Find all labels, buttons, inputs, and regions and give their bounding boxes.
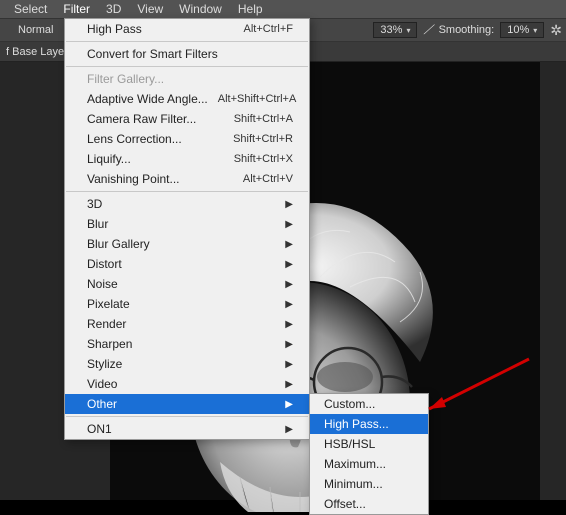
filter-gallery: Filter Gallery...: [65, 69, 309, 89]
chevron-right-icon: ▶: [285, 379, 293, 390]
menu-filter[interactable]: Filter: [55, 2, 98, 16]
separator: [66, 416, 308, 417]
filter-sub-render[interactable]: Render▶: [65, 314, 309, 334]
smoothing-label: Smoothing:: [439, 24, 495, 36]
chevron-right-icon: ▶: [285, 219, 293, 230]
submenu-offset[interactable]: Offset...: [310, 494, 428, 514]
menu-window[interactable]: Window: [171, 2, 230, 16]
document-tab[interactable]: f Base Laye: [6, 46, 64, 58]
smoothing-value[interactable]: 10% ▾: [500, 22, 544, 38]
filter-camera-raw[interactable]: Camera Raw Filter... Shift+Ctrl+A: [65, 109, 309, 129]
filter-dropdown: High Pass Alt+Ctrl+F Convert for Smart F…: [64, 18, 310, 440]
zoom-value[interactable]: 33% ▾: [373, 22, 417, 38]
filter-sub-sharpen[interactable]: Sharpen▶: [65, 334, 309, 354]
blend-mode-select[interactable]: Normal: [10, 22, 61, 38]
menubar: Select Filter 3D View Window Help: [0, 0, 566, 18]
filter-sub-stylize[interactable]: Stylize▶: [65, 354, 309, 374]
filter-other-submenu: Custom... High Pass... HSB/HSL Maximum..…: [309, 393, 429, 515]
zoom-text: 33%: [380, 24, 402, 36]
chevron-right-icon: ▶: [285, 259, 293, 270]
filter-vanishing-point[interactable]: Vanishing Point... Alt+Ctrl+V: [65, 169, 309, 189]
chevron-right-icon: ▶: [285, 279, 293, 290]
separator: [66, 66, 308, 67]
filter-sub-pixelate[interactable]: Pixelate▶: [65, 294, 309, 314]
filter-sub-3d[interactable]: 3D▶: [65, 194, 309, 214]
gear-icon[interactable]: ✲: [550, 22, 562, 39]
filter-adaptive-wide-angle[interactable]: Adaptive Wide Angle... Alt+Shift+Ctrl+A: [65, 89, 309, 109]
chevron-right-icon: ▶: [285, 399, 293, 410]
submenu-high-pass[interactable]: High Pass...: [310, 414, 428, 434]
submenu-custom[interactable]: Custom...: [310, 394, 428, 414]
chevron-down-icon: ▾: [533, 26, 537, 35]
filter-recent-label: High Pass: [87, 22, 142, 36]
filter-sub-blur-gallery[interactable]: Blur Gallery▶: [65, 234, 309, 254]
menu-select[interactable]: Select: [6, 2, 55, 16]
filter-sub-other[interactable]: Other▶: [65, 394, 309, 414]
submenu-minimum[interactable]: Minimum...: [310, 474, 428, 494]
filter-sub-video[interactable]: Video▶: [65, 374, 309, 394]
menu-help[interactable]: Help: [230, 2, 271, 16]
filter-lens-correction[interactable]: Lens Correction... Shift+Ctrl+R: [65, 129, 309, 149]
chevron-down-icon: ▾: [406, 26, 410, 35]
chevron-right-icon: ▶: [285, 359, 293, 370]
filter-recent-shortcut: Alt+Ctrl+F: [233, 23, 293, 35]
filter-sub-blur[interactable]: Blur▶: [65, 214, 309, 234]
submenu-hsb-hsl[interactable]: HSB/HSL: [310, 434, 428, 454]
smoothing-text: 10%: [507, 24, 529, 36]
filter-recent[interactable]: High Pass Alt+Ctrl+F: [65, 19, 309, 39]
separator: [66, 191, 308, 192]
filter-sub-distort[interactable]: Distort▶: [65, 254, 309, 274]
chevron-right-icon: ▶: [285, 239, 293, 250]
chevron-right-icon: ▶: [285, 319, 293, 330]
submenu-maximum[interactable]: Maximum...: [310, 454, 428, 474]
menu-3d[interactable]: 3D: [98, 2, 129, 16]
chevron-right-icon: ▶: [285, 424, 293, 435]
filter-liquify[interactable]: Liquify... Shift+Ctrl+X: [65, 149, 309, 169]
menu-view[interactable]: View: [129, 2, 171, 16]
pressure-icon[interactable]: ⟋: [423, 22, 432, 38]
chevron-right-icon: ▶: [285, 339, 293, 350]
chevron-right-icon: ▶: [285, 199, 293, 210]
filter-sub-on1[interactable]: ON1▶: [65, 419, 309, 439]
filter-convert-smart[interactable]: Convert for Smart Filters: [65, 44, 309, 64]
separator: [66, 41, 308, 42]
filter-sub-noise[interactable]: Noise▶: [65, 274, 309, 294]
chevron-right-icon: ▶: [285, 299, 293, 310]
